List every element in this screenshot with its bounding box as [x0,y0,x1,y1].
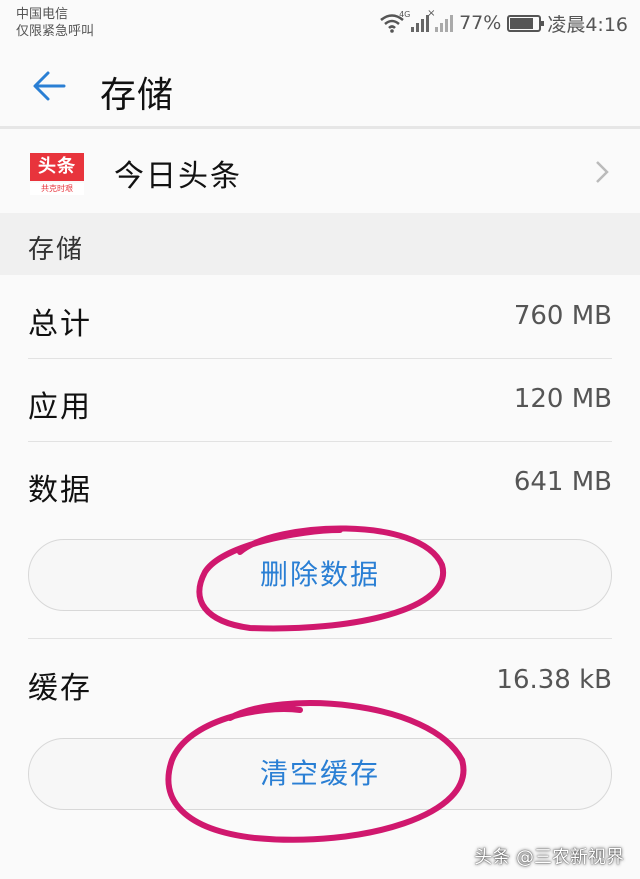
total-label: 总计 [28,307,92,342]
data-size-label: 数据 [28,473,92,508]
app-name: 今日头条 [114,159,242,194]
divider [28,638,612,639]
cache-row: 缓存 16.38 kB [28,641,612,723]
chevron-right-icon [596,161,609,183]
app-info-row[interactable]: 头条 共克时艰 今日头条 [0,129,640,213]
toutiao-logo: 头条 共克时艰 [30,153,84,195]
emergency-only-text: 仅限紧急呼叫 [16,24,95,39]
storage-section-header: 存储 [0,213,640,275]
app-size-label: 应用 [28,390,92,425]
status-icons: 4G × 77% 凌晨4:16 [379,8,628,38]
data-size-row: 数据 641 MB [28,443,612,525]
clock: 凌晨4:16 [547,13,628,36]
section-label: 存储 [28,235,85,265]
network-type-label: 4G [399,10,411,19]
watermark: 头条 @三农新视界 [474,847,624,868]
battery-percent: 77% [459,12,502,34]
data-size-value: 641 MB [513,467,612,497]
battery-icon [507,14,545,32]
total-value: 760 MB [513,301,612,331]
signal-no-service-icon: × [427,8,454,32]
cache-value: 16.38 kB [496,665,612,695]
app-bar: 存储 [0,46,640,126]
clear-cache-button[interactable]: 清空缓存 [28,738,612,810]
back-arrow-icon[interactable] [28,64,72,108]
cache-label: 缓存 [28,671,92,706]
app-size-value: 120 MB [513,384,612,414]
status-bar: 中国电信 仅限紧急呼叫 4G × 77% 凌晨4:16 [0,0,640,46]
carrier-info: 中国电信 仅限紧急呼叫 [16,6,94,40]
page-title: 存储 [100,75,175,116]
carrier-name: 中国电信 [16,7,69,22]
total-row: 总计 760 MB [28,277,612,359]
clear-data-button[interactable]: 删除数据 [28,539,612,611]
app-size-row: 应用 120 MB [28,360,612,442]
